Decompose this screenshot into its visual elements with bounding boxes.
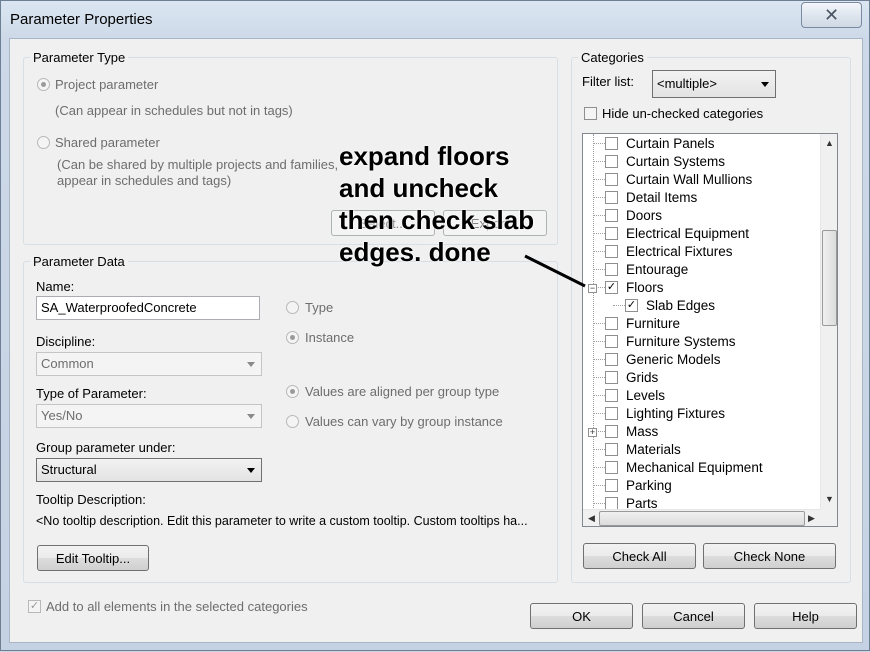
dialog-window: Parameter Properties ✕ Parameter Type Pr… [0,0,870,651]
annotation-arrow [524,254,586,288]
